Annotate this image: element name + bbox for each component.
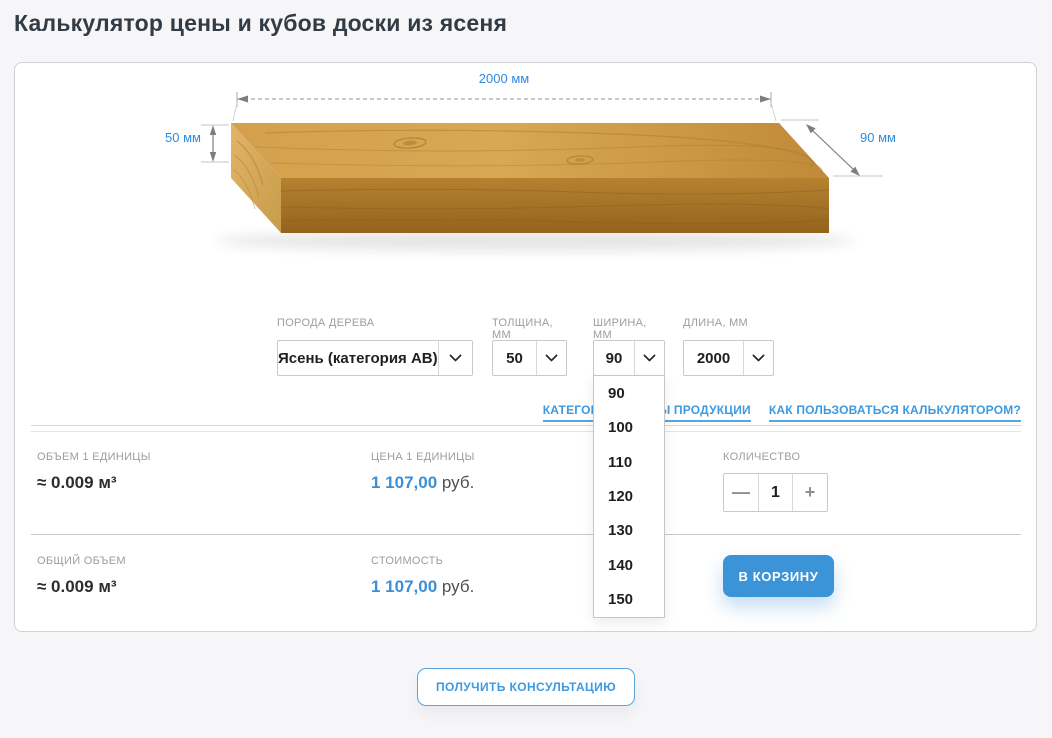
chevron-down-icon (744, 341, 773, 375)
thickness-select-value: 50 (493, 341, 536, 375)
width-field: ШИРИНА, ММ 90 90 100 110 120 130 140 150 (593, 317, 665, 376)
separator-line (31, 534, 1021, 535)
thickness-label: ТОЛЩИНА, ММ (492, 317, 567, 331)
unit-price-value: 1 107,00 (371, 473, 437, 492)
get-consultation-button[interactable]: ПОЛУЧИТЬ КОНСУЛЬТАЦИЮ (417, 668, 635, 706)
dimension-form: ПОРОДА ДЕРЕВА Ясень (категория АВ) ТОЛЩИ… (15, 317, 1036, 376)
separator-line (31, 431, 1021, 432)
length-label: ДЛИНА, ММ (683, 317, 774, 331)
width-label: ШИРИНА, ММ (593, 317, 665, 331)
width-option-100[interactable]: 100 (594, 410, 664, 444)
width-option-120[interactable]: 120 (594, 479, 664, 513)
width-select[interactable]: 90 (593, 340, 665, 376)
board-illustration: 2000 мм 50 мм 90 мм (15, 63, 1038, 313)
thickness-field: ТОЛЩИНА, ММ 50 (492, 317, 567, 376)
page-title: Калькулятор цены и кубов доски из ясеня (14, 10, 507, 37)
width-select-value: 90 (594, 341, 634, 375)
quantity-decrease-button[interactable]: — (724, 474, 758, 511)
species-select[interactable]: Ясень (категория АВ) (277, 340, 473, 376)
total-price-label: СТОИМОСТЬ (371, 555, 723, 568)
separator-line (31, 425, 1021, 426)
width-option-140[interactable]: 140 (594, 548, 664, 582)
species-label: ПОРОДА ДЕРЕВА (277, 317, 473, 331)
species-select-value: Ясень (категория АВ) (278, 341, 438, 375)
unit-volume-value: ≈ 0.009 м³ (37, 473, 371, 493)
quantity-stepper: — 1 + (723, 473, 828, 512)
unit-results-row: ОБЪЕМ 1 ЕДИНИЦЫ ≈ 0.009 м³ ЦЕНА 1 ЕДИНИЦ… (37, 451, 1021, 512)
thickness-select[interactable]: 50 (492, 340, 567, 376)
total-volume-value: ≈ 0.009 м³ (37, 577, 371, 597)
total-price-block: СТОИМОСТЬ 1 107,00 руб. (371, 555, 723, 597)
unit-price-currency: руб. (437, 473, 474, 492)
unit-volume-label: ОБЪЕМ 1 ЕДИНИЦЫ (37, 451, 371, 464)
chevron-down-icon (635, 341, 664, 375)
chevron-down-icon (438, 341, 472, 375)
length-select-value: 2000 (684, 341, 743, 375)
length-field: ДЛИНА, ММ 2000 (683, 317, 774, 376)
chevron-down-icon (537, 341, 566, 375)
cart-block: В КОРЗИНУ (723, 555, 1021, 597)
quantity-increase-button[interactable]: + (793, 474, 827, 511)
width-dimension-label: 90 мм (860, 130, 896, 145)
tab-how-to-use-calculator[interactable]: КАК ПОЛЬЗОВАТЬСЯ КАЛЬКУЛЯТОРОМ? (769, 403, 1021, 422)
quantity-label: КОЛИЧЕСТВО (723, 451, 1021, 464)
unit-price-block: ЦЕНА 1 ЕДИНИЦЫ 1 107,00 руб. (371, 451, 723, 512)
unit-volume-block: ОБЪЕМ 1 ЕДИНИЦЫ ≈ 0.009 м³ (37, 451, 371, 512)
quantity-value: 1 (759, 474, 792, 511)
width-option-110[interactable]: 110 (594, 445, 664, 479)
total-price-currency: руб. (437, 577, 474, 596)
width-option-150[interactable]: 150 (594, 583, 664, 617)
total-price-value: 1 107,00 (371, 577, 437, 596)
quantity-block: КОЛИЧЕСТВО — 1 + (723, 451, 1021, 512)
species-field: ПОРОДА ДЕРЕВА Ясень (категория АВ) (277, 317, 473, 376)
width-options-dropdown: 90 100 110 120 130 140 150 (593, 375, 665, 618)
length-select[interactable]: 2000 (683, 340, 774, 376)
board-image (15, 63, 1038, 313)
width-option-130[interactable]: 130 (594, 514, 664, 548)
total-volume-block: ОБЩИЙ ОБЪЕМ ≈ 0.009 м³ (37, 555, 371, 597)
thickness-dimension-label: 50 мм (159, 130, 201, 145)
unit-price-label: ЦЕНА 1 ЕДИНИЦЫ (371, 451, 723, 464)
total-results-row: ОБЩИЙ ОБЪЕМ ≈ 0.009 м³ СТОИМОСТЬ 1 107,0… (37, 555, 1021, 597)
width-option-90[interactable]: 90 (594, 376, 664, 410)
add-to-cart-button[interactable]: В КОРЗИНУ (723, 555, 834, 597)
length-dimension-label: 2000 мм (479, 71, 529, 86)
total-volume-label: ОБЩИЙ ОБЪЕМ (37, 555, 371, 568)
calculator-card: 2000 мм 50 мм 90 мм ПОРОДА ДЕРЕВА Ясень … (14, 62, 1037, 632)
